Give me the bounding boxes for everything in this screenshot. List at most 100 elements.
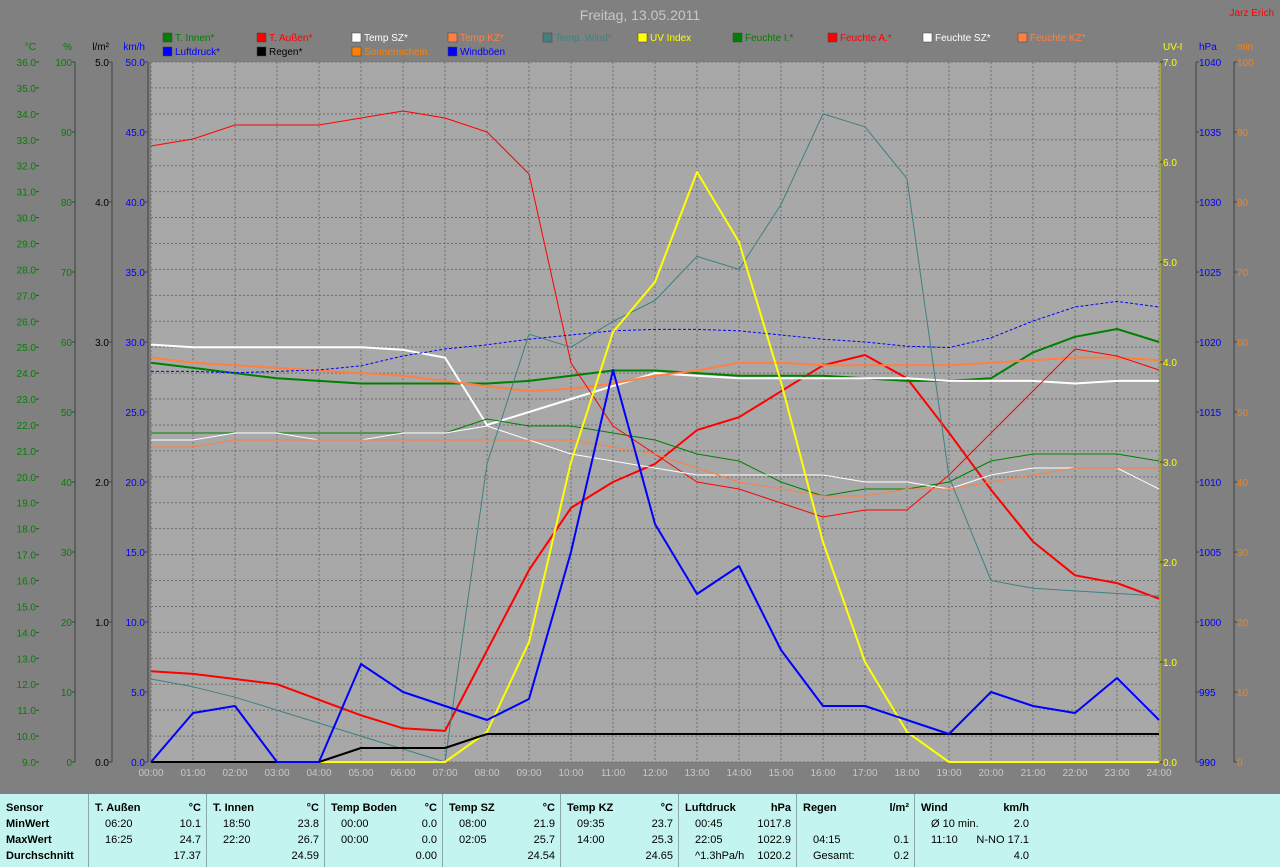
stats-cell-time: MaxWert: [6, 834, 52, 846]
axis-unit-kmh: km/h: [123, 42, 145, 53]
legend-swatch: [447, 32, 458, 43]
legend-swatch: [351, 46, 362, 57]
legend-swatch: [732, 32, 743, 43]
stats-cell: 17.37: [89, 848, 207, 864]
y-tick-label-celsius: 12.0: [17, 680, 37, 691]
chart-title: Freitag, 13.05.2011: [580, 7, 701, 23]
y-tick-label-celsius: 20.0: [17, 473, 37, 484]
stats-column: Temp KZ °C 09:35 23.7 14:00 25.3 24.65: [560, 794, 679, 867]
y-tick-label-celsius: 16.0: [17, 577, 37, 588]
x-tick-label: 17:00: [852, 768, 877, 779]
y-tick-label-kmh: 50.0: [126, 58, 146, 69]
y-tick-label-kmh: 0.0: [131, 758, 145, 769]
legend-swatch: [542, 32, 553, 43]
axis-unit-hpa: hPa: [1199, 42, 1217, 53]
stats-row-label: MinWert: [0, 816, 88, 832]
stats-cell-value: 24.59: [291, 850, 319, 862]
x-tick-label: 06:00: [390, 768, 415, 779]
legend-swatch: [827, 32, 838, 43]
axis-unit-rain: l/m²: [92, 42, 109, 53]
y-tick-label-min: 0: [1237, 758, 1243, 769]
stats-cell: 04:15 0.1: [797, 832, 915, 848]
y-tick-label-celsius: 26.0: [17, 317, 37, 328]
stats-cell-value: 0.1: [893, 834, 909, 846]
y-tick-label-celsius: 27.0: [17, 291, 37, 302]
y-tick-label-hpa: 995: [1199, 688, 1216, 699]
y-tick-label-celsius: 22.0: [17, 421, 37, 432]
y-tick-label-celsius: 17.0: [17, 551, 37, 562]
y-tick-label-kmh: 5.0: [131, 688, 145, 699]
x-tick-label: 05:00: [348, 768, 373, 779]
stats-cell-time: ^1.3hPa/h: [695, 850, 745, 862]
weather-chart: 00:00 01:00 02:00 03:00 04:00 05:00 06:00 07:00…: [0, 0, 1280, 794]
stats-cell: 22:20 26.7: [207, 832, 325, 848]
legend-label: Feuchte I.*: [745, 33, 793, 44]
stats-cell: 09:35 23.7: [561, 816, 679, 832]
x-tick-label: 13:00: [684, 768, 709, 779]
stats-header-label: Temp Boden: [331, 802, 397, 814]
legend-swatch: [447, 46, 458, 57]
y-tick-label-percent: 30: [61, 548, 73, 559]
stats-column: Sensor MinWert MaxWert Durchschnitt: [0, 794, 88, 867]
stats-cell-value: 24.7: [179, 834, 201, 846]
y-tick-label-hpa: 1040: [1199, 58, 1222, 69]
stats-header: Temp SZ °C: [443, 800, 561, 816]
legend-label: Temp KZ*: [460, 33, 504, 44]
stats-cell: 24.65: [561, 848, 679, 864]
y-tick-label-hpa: 1020: [1199, 338, 1222, 349]
stats-column: Wind km/h Ø 10 min. 2.0 11:10 N-NO 17.1 4.0: [914, 794, 1035, 867]
stats-cell-time: 00:00: [341, 834, 369, 846]
x-tick-label: 07:00: [432, 768, 457, 779]
y-tick-label-rain: 1.0: [95, 618, 109, 629]
axis-unit-celsius: °C: [25, 42, 36, 53]
statistics-table: Sensor MinWert MaxWert Durchschnitt T. Außen…: [0, 794, 1280, 867]
y-tick-label-rain: 4.0: [95, 198, 109, 209]
stats-header: Luftdruck hPa: [679, 800, 797, 816]
stats-cell-time: 16:25: [105, 834, 133, 846]
y-tick-label-celsius: 25.0: [17, 343, 37, 354]
stats-header: Regen l/m²: [797, 800, 915, 816]
y-tick-label-kmh: 20.0: [126, 478, 146, 489]
stats-cell-value: 1017.8: [757, 818, 791, 830]
stats-column: T. Innen °C 18:50 23.8 22:20 26.7 24.59: [206, 794, 325, 867]
x-tick-label: 18:00: [894, 768, 919, 779]
stats-cell-value: 10.1: [179, 818, 201, 830]
stats-column: Luftdruck hPa 00:45 1017.8 22:05 1022.9 ^1.3hP…: [678, 794, 797, 867]
stats-cell-value: 0.0: [421, 834, 437, 846]
y-tick-label-celsius: 33.0: [17, 136, 37, 147]
legend-label: T. Innen*: [175, 33, 215, 44]
stats-cell-time: 06:20: [105, 818, 133, 830]
y-tick-label-celsius: 24.0: [17, 369, 37, 380]
stats-cell: Gesamt: 0.2: [797, 848, 915, 864]
y-tick-label-celsius: 32.0: [17, 162, 37, 173]
legend-swatch: [1017, 32, 1028, 43]
stats-header-label: T. Außen: [95, 802, 141, 814]
y-tick-label-hpa: 1025: [1199, 268, 1222, 279]
y-tick-label-hpa: 990: [1199, 758, 1216, 769]
legend-label: Feuchte SZ*: [935, 33, 991, 44]
stats-cell: 14:00 25.3: [561, 832, 679, 848]
author-label: Jarz Erich: [1230, 8, 1274, 19]
stats-cell-time: 18:50: [223, 818, 251, 830]
stats-cell: 0.00: [325, 848, 443, 864]
y-tick-label-hpa: 1035: [1199, 128, 1222, 139]
stats-cell-time: 02:05: [459, 834, 487, 846]
legend-swatch: [922, 32, 933, 43]
y-tick-label-rain: 3.0: [95, 338, 109, 349]
y-tick-label-celsius: 18.0: [17, 525, 37, 536]
stats-cell-time: 08:00: [459, 818, 487, 830]
stats-header-label: Regen: [803, 802, 837, 814]
stats-cell-value: 4.0: [1013, 850, 1029, 862]
y-tick-label-uv: 4.0: [1163, 358, 1177, 369]
y-tick-label-celsius: 19.0: [17, 499, 37, 510]
y-tick-label-kmh: 15.0: [126, 548, 146, 559]
stats-cell: 06:20 10.1: [89, 816, 207, 832]
y-tick-label-kmh: 35.0: [126, 268, 146, 279]
y-tick-label-uv: 3.0: [1163, 458, 1177, 469]
legend-swatch: [256, 32, 267, 43]
legend-label: Luftdruck*: [175, 47, 220, 58]
stats-cell-value: 21.9: [533, 818, 555, 830]
stats-header: Sensor: [0, 800, 88, 816]
stats-header-unit: °C: [660, 802, 673, 814]
stats-header-unit: °C: [188, 802, 201, 814]
